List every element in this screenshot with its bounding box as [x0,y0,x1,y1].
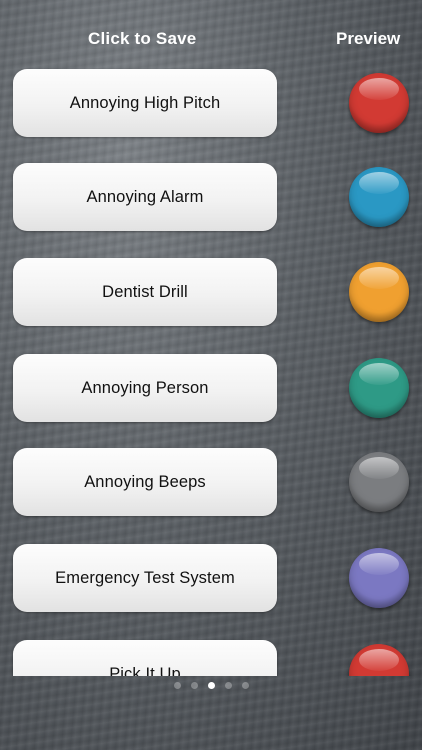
sound-label: Dentist Drill [102,282,188,301]
preview-sound-button[interactable] [349,262,409,322]
sound-row: Annoying Alarm [0,163,422,233]
sound-label: Annoying High Pitch [69,93,221,112]
preview-sound-button[interactable] [349,73,409,133]
page-dot[interactable] [207,682,215,689]
page-dot[interactable] [173,682,181,689]
preview-sound-button[interactable] [349,167,409,227]
page-dot[interactable] [224,682,232,689]
save-sound-button[interactable]: Annoying Person [13,354,277,422]
preview-sound-button[interactable] [349,548,409,608]
sound-label: Pick It Up [109,664,181,677]
save-sound-button[interactable]: Annoying Beeps [13,448,277,516]
save-sound-button[interactable]: Annoying Alarm [13,163,277,231]
preview-sound-button[interactable] [349,452,409,512]
sound-label: Annoying Beeps [84,472,206,491]
save-sound-button[interactable]: Pick It Up [13,640,277,676]
page-control[interactable] [0,682,422,692]
save-sound-button[interactable]: Annoying High Pitch [13,69,277,137]
sound-row: Annoying High Pitch [0,69,422,139]
preview-title: Preview [336,29,401,48]
sound-row: Dentist Drill [0,258,422,328]
sound-list[interactable]: Annoying High Pitch Annoying Alarm Denti… [0,60,422,676]
page-dot[interactable] [190,682,198,689]
sound-row: Annoying Person [0,354,422,424]
preview-sound-button[interactable] [349,358,409,418]
sound-row: Pick It Up [0,640,422,676]
sound-label: Annoying Alarm [86,187,204,206]
sound-row: Emergency Test System [0,544,422,614]
sound-label: Annoying Person [81,378,209,397]
page-dot[interactable] [241,682,249,689]
preview-sound-button[interactable] [349,644,409,676]
save-sound-button[interactable]: Emergency Test System [13,544,277,612]
save-sound-button[interactable]: Dentist Drill [13,258,277,326]
sound-label: Emergency Test System [55,568,235,587]
click-to-save-title: Click to Save [88,29,197,48]
sound-row: Annoying Beeps [0,448,422,518]
